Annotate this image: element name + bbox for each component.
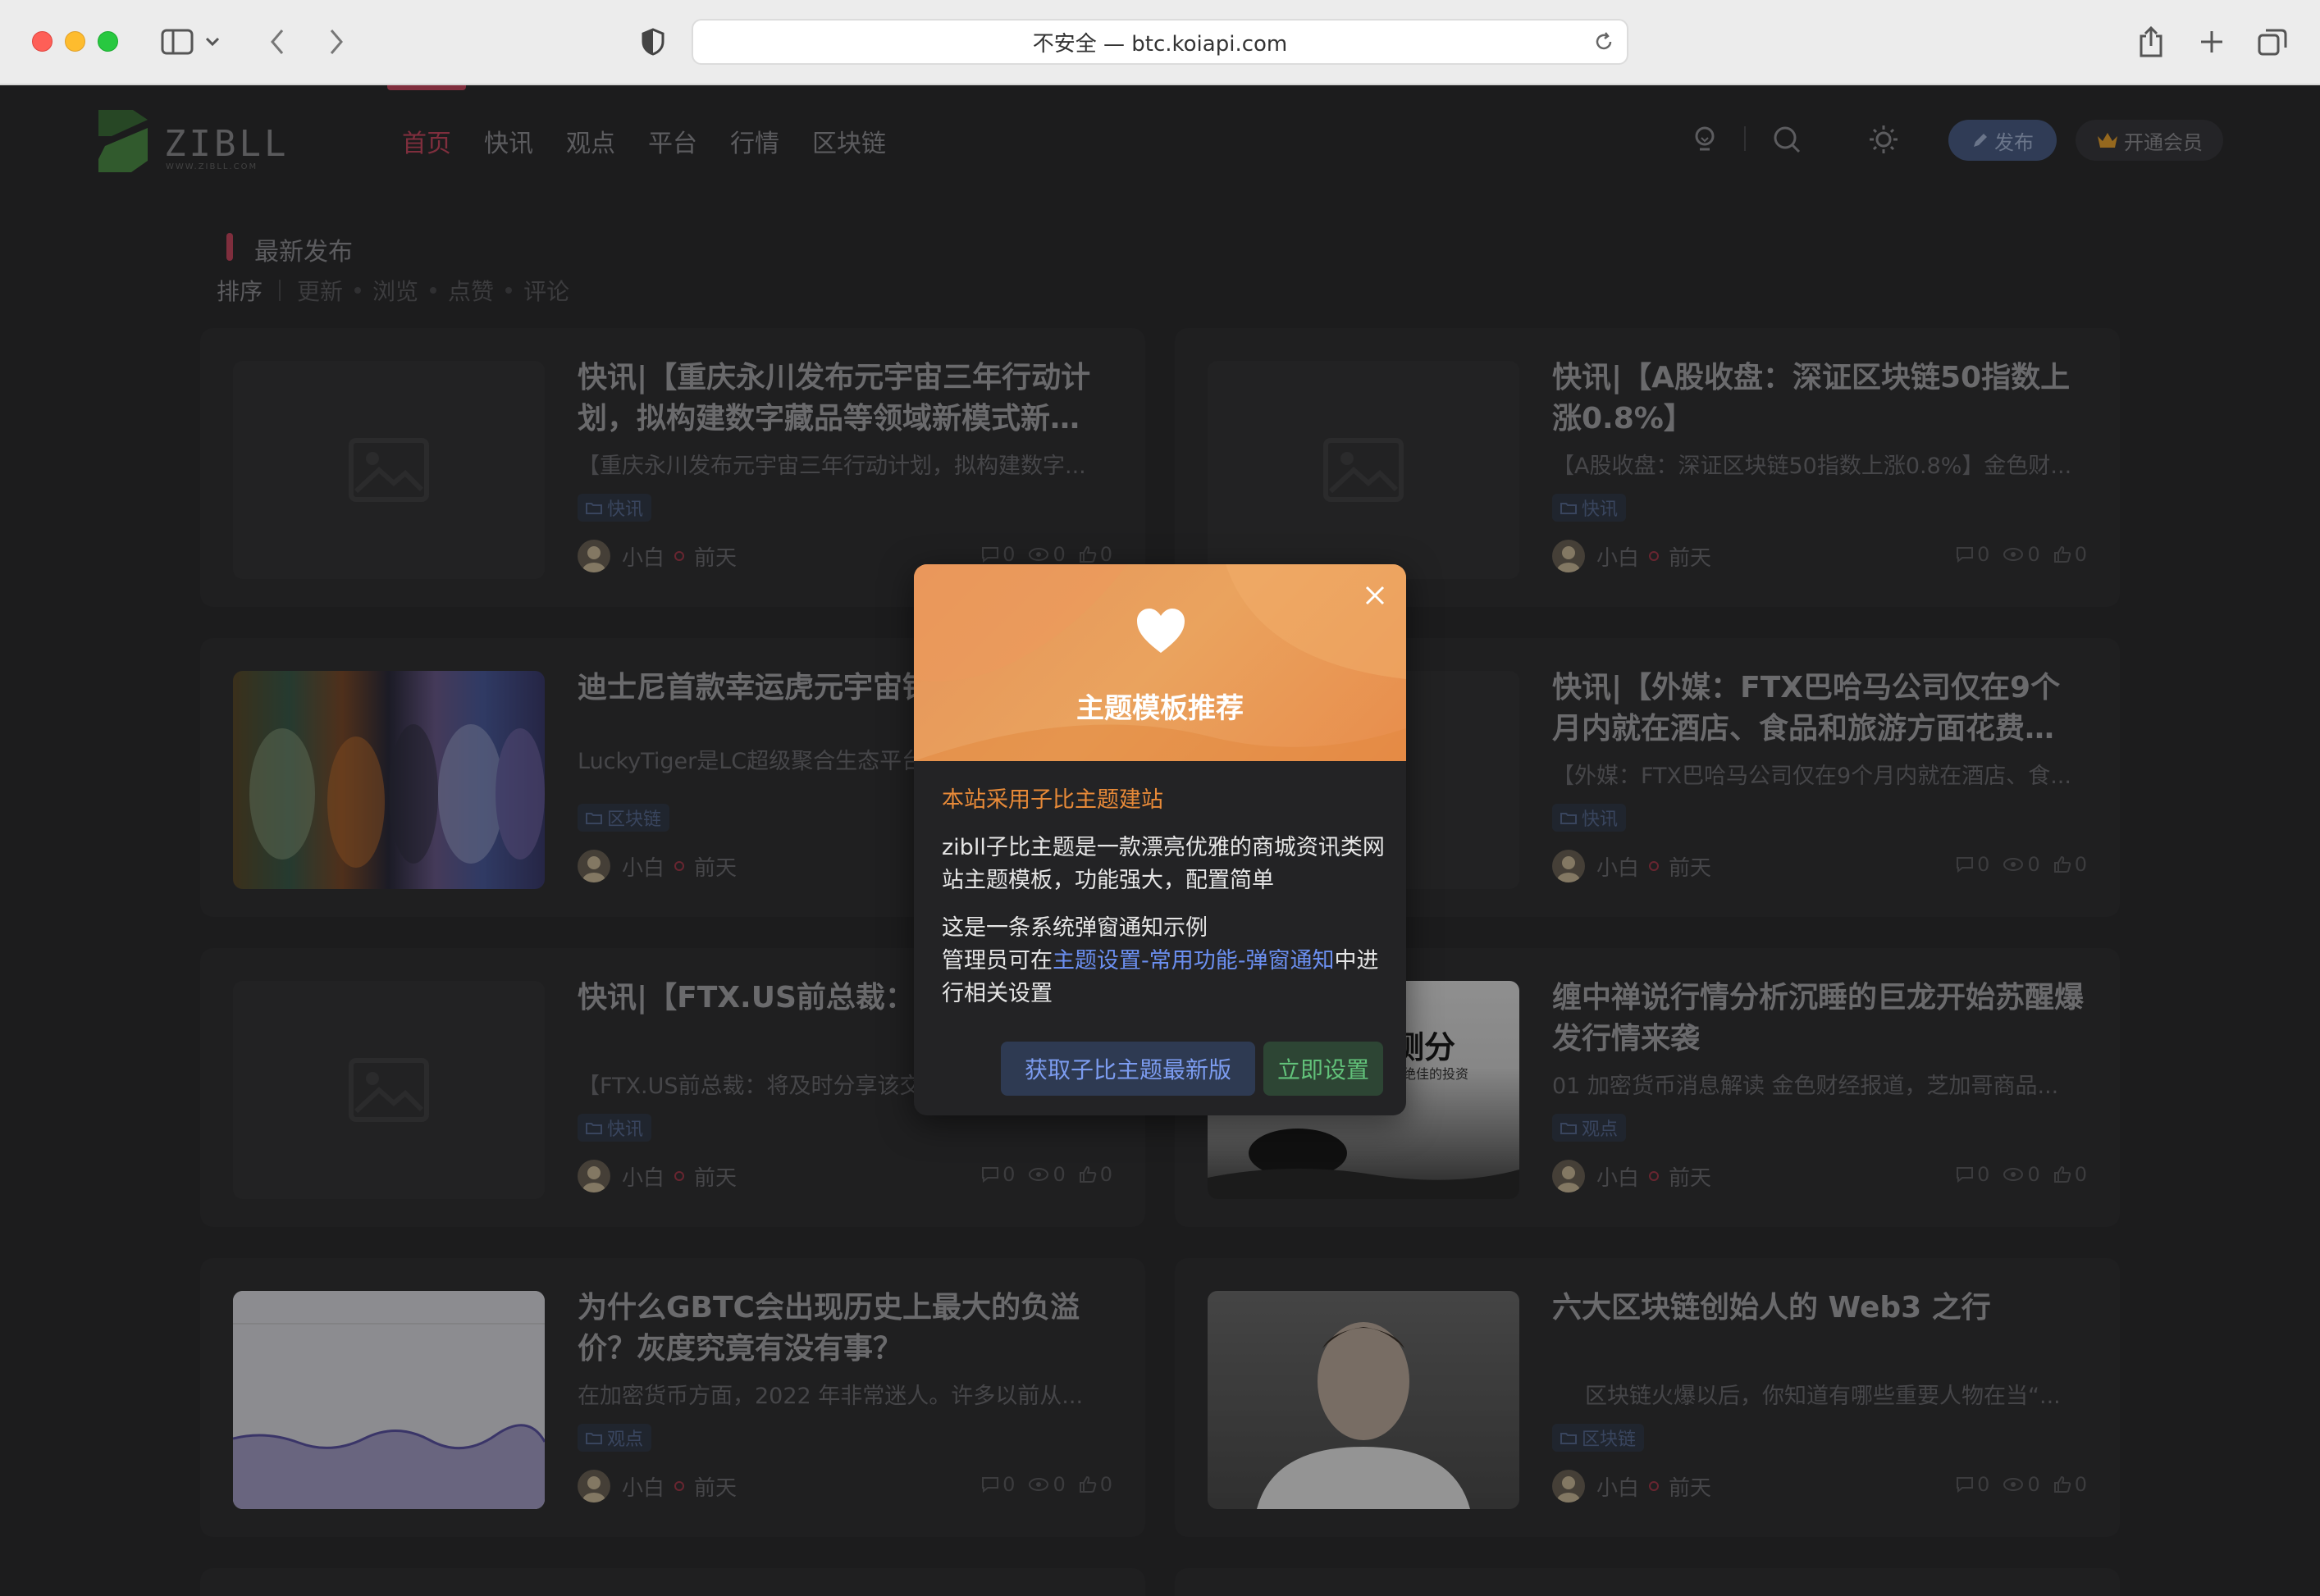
address-text: 不安全 — btc.koiapi.com (1032, 31, 1288, 57)
share-icon (2140, 26, 2162, 57)
notice-modal: 主题模板推荐 本站采用子比主题建站 zibll子比主题是一款漂亮优雅的商城资讯类… (914, 564, 1406, 1115)
modal-settings-link[interactable]: 主题设置-常用功能-弹窗通知 (1053, 948, 1335, 974)
modal-description: zibll子比主题是一款漂亮优雅的商城资讯类网站主题模板，功能强大，配置简单 (942, 835, 1385, 893)
modal-actions: 获取子比主题最新版 立即设置 (914, 1042, 1406, 1096)
close-window-button[interactable] (32, 31, 53, 52)
header-wave-decoration (914, 564, 1406, 761)
new-tab-button[interactable] (2195, 21, 2228, 62)
modal-notice-pre: 管理员可在 (942, 948, 1053, 974)
modal-header: 主题模板推荐 (914, 564, 1406, 761)
heart-icon (1137, 609, 1185, 653)
chevron-left-icon (271, 30, 284, 54)
address-bar[interactable]: 不安全 — btc.koiapi.com (692, 19, 1628, 65)
reload-icon[interactable] (1592, 30, 1615, 53)
tab-overview-button[interactable] (2256, 21, 2289, 62)
sidebar-icon (161, 29, 194, 55)
settings-now-button[interactable]: 立即设置 (1263, 1042, 1383, 1096)
back-button[interactable] (261, 21, 294, 62)
chevron-down-icon (205, 37, 220, 47)
tabs-icon (2258, 29, 2287, 56)
modal-notice-line1: 这是一条系统弹窗通知示例 (942, 915, 1208, 941)
zoom-window-button[interactable] (98, 31, 118, 52)
plus-icon (2201, 31, 2222, 52)
sidebar-toggle-button[interactable] (158, 21, 223, 62)
forward-button[interactable] (320, 21, 353, 62)
get-latest-theme-button[interactable]: 获取子比主题最新版 (1001, 1042, 1255, 1096)
privacy-shield-button[interactable] (637, 21, 669, 62)
close-icon[interactable] (1360, 581, 1390, 610)
modal-notice: 这是一条系统弹窗通知示例 管理员可在主题设置-常用功能-弹窗通知中进行相关设置 (942, 912, 1385, 1010)
modal-body: 本站采用子比主题建站 zibll子比主题是一款漂亮优雅的商城资讯类网站主题模板，… (942, 784, 1385, 1010)
share-button[interactable] (2135, 21, 2167, 62)
shield-icon (642, 28, 664, 56)
modal-subtitle: 本站采用子比主题建站 (942, 787, 1163, 813)
minimize-window-button[interactable] (65, 31, 85, 52)
browser-toolbar: 不安全 — btc.koiapi.com (0, 0, 2320, 85)
modal-title: 主题模板推荐 (1076, 692, 1244, 725)
chevron-right-icon (330, 30, 343, 54)
